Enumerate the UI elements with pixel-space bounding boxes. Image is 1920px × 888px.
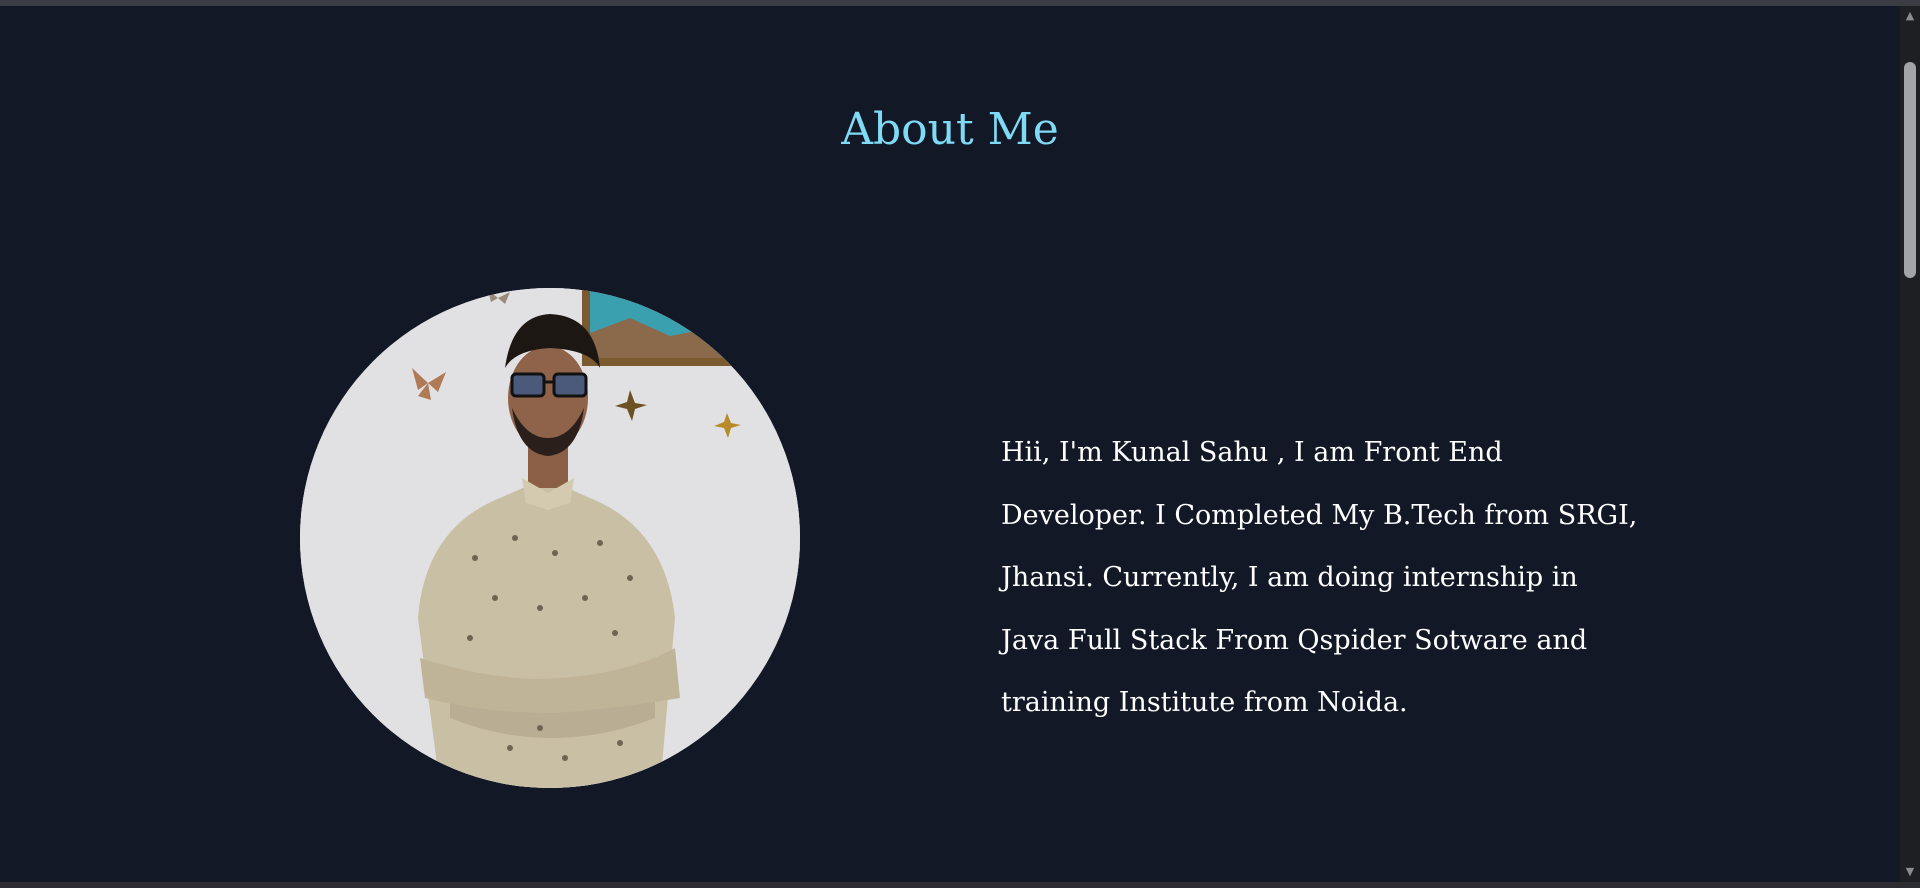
- about-section: About Me Hii, I'm Kunal Sahu , I am Fron…: [0, 6, 1900, 882]
- window-bottom-edge: [0, 882, 1920, 888]
- scrollbar-thumb[interactable]: [1904, 62, 1916, 278]
- section-title: About Me: [841, 104, 1059, 155]
- profile-photo-illustration: [300, 288, 800, 788]
- chevron-up-icon[interactable]: ▲: [1900, 6, 1920, 26]
- vertical-scrollbar[interactable]: ▲ ▼: [1900, 6, 1920, 882]
- about-description: Hii, I'm Kunal Sahu , I am Front End Dev…: [1001, 437, 1638, 718]
- profile-photo: [300, 288, 800, 788]
- chevron-down-icon[interactable]: ▼: [1900, 862, 1920, 882]
